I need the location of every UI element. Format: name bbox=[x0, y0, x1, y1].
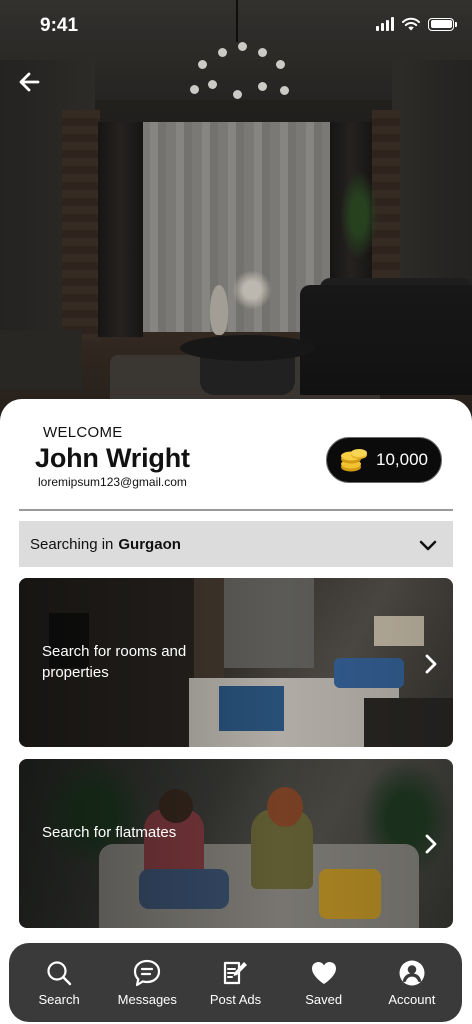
nav-item-saved[interactable]: Saved bbox=[282, 958, 366, 1007]
search-icon bbox=[47, 961, 72, 986]
back-arrow-icon[interactable] bbox=[16, 68, 44, 96]
nav-item-messages[interactable]: Messages bbox=[105, 958, 189, 1007]
nav-item-search[interactable]: Search bbox=[17, 958, 101, 1007]
coin-stack-icon bbox=[341, 449, 367, 472]
content-sheet: WELCOME John Wright loremipsum123@gmail.… bbox=[0, 399, 472, 1024]
hero-image bbox=[0, 0, 472, 430]
cellular-signal-icon bbox=[376, 17, 394, 31]
battery-icon bbox=[428, 17, 457, 31]
user-email: loremipsum123@gmail.com bbox=[38, 475, 187, 489]
search-flatmates-card-label: Search for flatmates bbox=[42, 824, 177, 841]
search-rooms-card-label: Search for rooms and properties bbox=[42, 643, 187, 681]
divider bbox=[19, 509, 453, 511]
chevron-right-icon bbox=[425, 834, 437, 854]
coins-badge[interactable]: 10,000 bbox=[326, 437, 442, 483]
nav-item-account[interactable]: Account bbox=[370, 958, 454, 1007]
chevron-down-icon bbox=[419, 540, 437, 551]
wifi-icon bbox=[402, 17, 420, 31]
search-flatmates-card[interactable]: Search for flatmates bbox=[19, 759, 453, 928]
chevron-right-icon bbox=[425, 654, 437, 674]
chat-bubble-icon bbox=[134, 959, 161, 987]
coins-value: 10,000 bbox=[376, 450, 428, 469]
city-select-dropdown[interactable]: Searching in Gurgaon bbox=[19, 521, 453, 567]
bottom-navigation: Search Messages Post Ads Saved Account bbox=[9, 943, 462, 1022]
welcome-label: WELCOME bbox=[43, 424, 123, 441]
status-icons bbox=[376, 17, 457, 31]
city-select-value: Gurgaon bbox=[118, 535, 181, 553]
city-select-prefix: Searching in bbox=[30, 535, 114, 553]
nav-label-search: Search bbox=[38, 992, 80, 1007]
user-name: John Wright bbox=[35, 443, 190, 473]
nav-label-saved: Saved bbox=[305, 992, 343, 1007]
edit-document-icon bbox=[224, 961, 248, 985]
heart-icon bbox=[311, 962, 336, 984]
nav-label-account: Account bbox=[388, 992, 436, 1007]
status-time: 9:41 bbox=[40, 15, 79, 36]
nav-item-post-ads[interactable]: Post Ads bbox=[193, 958, 277, 1007]
nav-label-post-ads: Post Ads bbox=[209, 992, 262, 1007]
search-rooms-card[interactable]: Search for rooms and properties bbox=[19, 578, 453, 747]
nav-label-messages: Messages bbox=[117, 992, 177, 1007]
user-circle-icon bbox=[399, 960, 425, 986]
status-bar: 9:41 bbox=[0, 0, 472, 52]
